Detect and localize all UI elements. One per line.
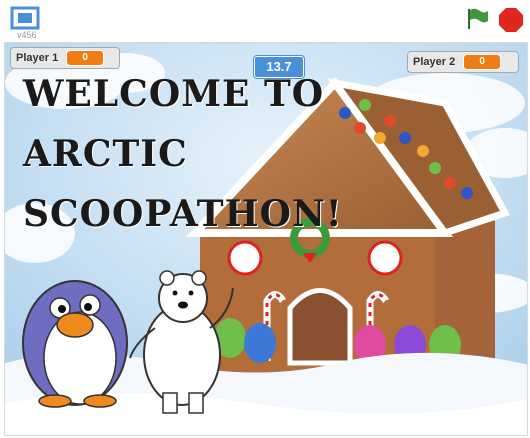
title-line-3: SCOOPATHON!	[23, 193, 343, 235]
stage[interactable]: WELCOME TO ARCTIC SCOOPATHON!	[4, 42, 528, 436]
penguin-sprite[interactable]	[22, 280, 128, 408]
player-toolbar: v456	[0, 0, 530, 42]
timer-monitor[interactable]: 13.7	[254, 56, 304, 78]
player2-value: 0	[463, 54, 502, 70]
player1-monitor[interactable]: Player 1 0	[10, 47, 120, 69]
player2-monitor[interactable]: Player 2 0	[407, 51, 519, 73]
player2-label: Player 2	[413, 56, 456, 68]
player1-label: Player 1	[16, 52, 59, 64]
title-line-2: ARCTIC	[23, 133, 188, 175]
green-flag-icon[interactable]	[463, 5, 491, 33]
player1-value: 0	[66, 50, 105, 66]
stop-icon[interactable]	[498, 7, 524, 33]
version-label: v456	[17, 30, 37, 40]
title-line-1: WELCOME TO	[23, 73, 325, 115]
fullscreen-icon[interactable]	[10, 6, 42, 30]
